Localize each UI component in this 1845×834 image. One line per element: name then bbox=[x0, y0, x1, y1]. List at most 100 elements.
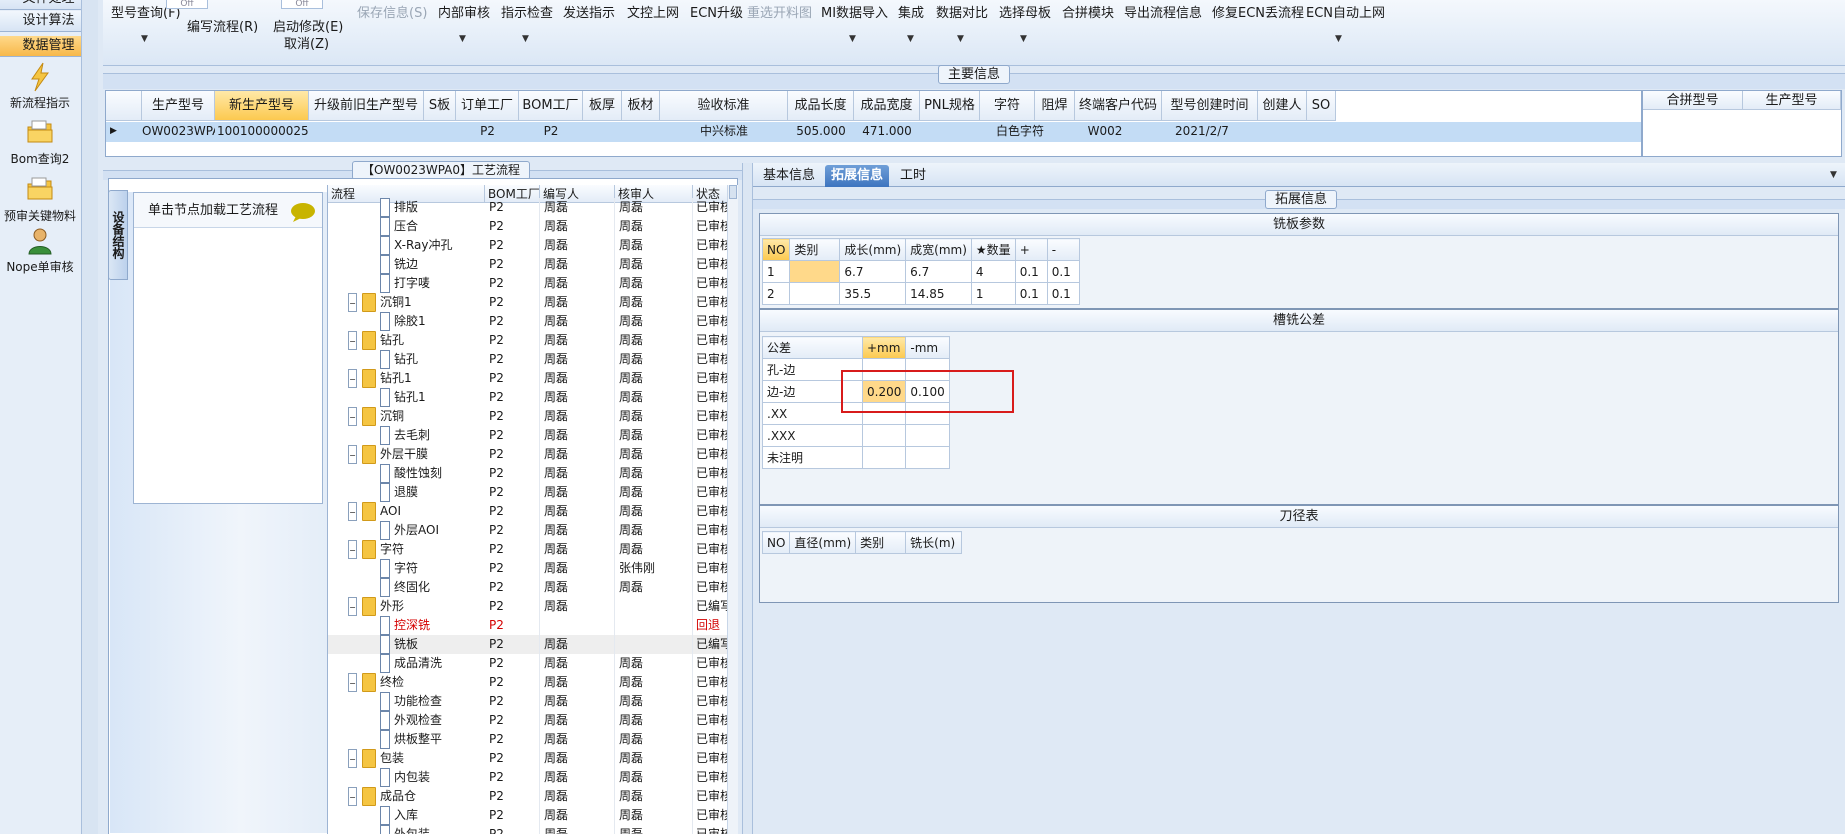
chevron-down-icon[interactable]: ▼ bbox=[1335, 34, 1342, 44]
internal-audit-button[interactable]: 内部审核 bbox=[438, 2, 490, 21]
column-header[interactable]: BOM工厂 bbox=[519, 91, 583, 121]
tree-row[interactable]: −字符P2周磊周磊已审核 bbox=[328, 540, 727, 559]
equipment-structure-tab[interactable]: 设备结构 bbox=[108, 190, 128, 280]
table-cell[interactable]: 35.5 bbox=[839, 282, 907, 305]
send-instruction-button[interactable]: 发送指示 bbox=[563, 2, 615, 21]
table-cell[interactable]: 0.1 bbox=[1014, 282, 1048, 305]
table-column-header[interactable]: 直径(mm) bbox=[789, 531, 857, 554]
tree-row[interactable]: 钻孔P2周磊周磊已审核 bbox=[328, 350, 727, 369]
table-column-header[interactable]: 成宽(mm) bbox=[905, 238, 972, 261]
table-cell[interactable]: 未注明 bbox=[762, 446, 863, 469]
column-header[interactable]: 新生产型号 bbox=[215, 91, 309, 121]
table-column-header[interactable]: 类别 bbox=[855, 531, 907, 554]
table-cell[interactable]: 6.7 bbox=[839, 260, 907, 283]
chevron-down-icon[interactable]: ▼ bbox=[522, 34, 529, 44]
table-row[interactable]: 2 35.5 14.85 1 0.1 0.1 bbox=[761, 282, 1080, 305]
table-row[interactable]: 1 6.7 6.7 4 0.1 0.1 bbox=[761, 260, 1080, 283]
chevron-down-icon[interactable]: ▼ bbox=[1020, 34, 1027, 44]
tree-row[interactable]: 烘板整平P2周磊周磊已审核 bbox=[328, 730, 727, 749]
nav-tool-bom-query[interactable]: Bom查询2 bbox=[0, 118, 80, 167]
column-header[interactable]: 验收标准 bbox=[660, 91, 788, 121]
tree-row[interactable]: −沉铜1P2周磊周磊已审核 bbox=[328, 293, 727, 312]
table-cell[interactable] bbox=[861, 424, 907, 447]
column-header[interactable]: 生产型号 bbox=[1743, 91, 1841, 110]
tree-row[interactable]: 除胶1P2周磊周磊已审核 bbox=[328, 312, 727, 331]
save-info-button[interactable]: 保存信息(S) bbox=[357, 2, 427, 21]
grid-cell[interactable]: P2 bbox=[519, 122, 583, 141]
table-cell[interactable]: 0.1 bbox=[1046, 260, 1080, 283]
tree-row[interactable]: X-Ray冲孔P2周磊周磊已审核 bbox=[328, 236, 727, 255]
tree-row[interactable]: 外包装P2周磊周磊已审核 bbox=[328, 825, 727, 834]
column-header[interactable]: S板 bbox=[424, 91, 456, 121]
table-cell[interactable]: 0.1 bbox=[1046, 282, 1080, 305]
chevron-down-icon[interactable]: ▼ bbox=[1830, 170, 1837, 180]
nav-splitter[interactable] bbox=[81, 0, 98, 834]
table-row[interactable]: .XXX bbox=[762, 424, 950, 447]
column-header[interactable]: 创建人 bbox=[1258, 91, 1307, 121]
chevron-down-icon[interactable]: ▼ bbox=[957, 34, 964, 44]
tree-row[interactable]: −包装P2周磊周磊已审核 bbox=[328, 749, 727, 768]
collapse-toggle-icon[interactable]: − bbox=[348, 597, 357, 616]
grid-cell[interactable]: 505.000 bbox=[788, 122, 854, 141]
column-header[interactable]: 合拼型号 bbox=[1643, 91, 1743, 110]
column-header[interactable]: 字符 bbox=[980, 91, 1035, 121]
table-column-header[interactable]: NO bbox=[761, 238, 791, 261]
tree-row[interactable]: 打字唛P2周磊周磊已审核 bbox=[328, 274, 727, 293]
tree-row[interactable]: −成品仓P2周磊周磊已审核 bbox=[328, 787, 727, 806]
cancel-button[interactable]: 取消(Z) bbox=[284, 33, 329, 52]
table-column-header[interactable]: -mm bbox=[905, 336, 950, 359]
tree-row[interactable]: 去毛刺P2周磊周磊已审核 bbox=[328, 426, 727, 445]
tree-scrollbar[interactable] bbox=[727, 185, 738, 834]
grid-cell[interactable]: P2 bbox=[456, 122, 519, 141]
collapse-toggle-icon[interactable]: − bbox=[348, 502, 357, 521]
tree-row[interactable]: 外层AOIP2周磊周磊已审核 bbox=[328, 521, 727, 540]
tree-row[interactable]: 字符 P2周磊张伟刚已审核 bbox=[328, 559, 727, 578]
reselect-cutting-drawing-button[interactable]: 重选开料图 bbox=[747, 2, 812, 21]
collapse-toggle-icon[interactable]: − bbox=[348, 293, 357, 312]
grid-cell[interactable]: W002 bbox=[1075, 122, 1135, 141]
tree-row[interactable]: 酸性蚀刻P2周磊周磊已审核 bbox=[328, 464, 727, 483]
tree-row[interactable]: −钻孔P2周磊周磊已审核 bbox=[328, 331, 727, 350]
table-column-header[interactable]: NO bbox=[761, 531, 791, 554]
grid-cell[interactable]: 2021/2/7 bbox=[1162, 122, 1242, 141]
column-header[interactable]: 生产型号 bbox=[142, 91, 215, 121]
integrate-button[interactable]: 集成 bbox=[898, 2, 924, 21]
table-column-header[interactable]: - bbox=[1046, 238, 1080, 261]
panel-splitter[interactable] bbox=[742, 163, 753, 834]
scroll-up-arrow[interactable] bbox=[729, 185, 737, 199]
table-row[interactable]: 未注明 bbox=[762, 446, 950, 469]
tree-row[interactable]: 铣板 P2周磊 已编写 bbox=[328, 635, 727, 654]
tree-row[interactable]: −沉铜P2周磊周磊已审核 bbox=[328, 407, 727, 426]
table-cell[interactable] bbox=[861, 446, 907, 469]
instruction-check-button[interactable]: 指示检查 bbox=[501, 2, 553, 21]
table-cell[interactable] bbox=[905, 424, 950, 447]
tab-work-hours[interactable]: 工时 bbox=[894, 165, 932, 187]
nav-tool-new-flow[interactable]: 新流程指示 bbox=[0, 62, 80, 111]
tree-row[interactable]: 入库P2周磊周磊已审核 bbox=[328, 806, 727, 825]
tab-extended-info[interactable]: 拓展信息 bbox=[825, 165, 890, 187]
table-column-header[interactable]: ★数量 bbox=[970, 238, 1016, 261]
table-cell[interactable]: .XXX bbox=[762, 424, 863, 447]
collapse-toggle-icon[interactable]: − bbox=[348, 749, 357, 768]
table-column-header[interactable]: +mm bbox=[861, 336, 907, 359]
column-header[interactable]: 板材 bbox=[622, 91, 660, 121]
table-column-header[interactable]: 铣长(m) bbox=[905, 531, 963, 554]
tree-row[interactable]: −钻孔1P2周磊周磊已审核 bbox=[328, 369, 727, 388]
tree-row[interactable]: 压合P2周磊周磊已审核 bbox=[328, 217, 727, 236]
tree-row[interactable]: 排版P2周磊周磊已审核 bbox=[328, 198, 727, 217]
table-column-header[interactable]: 公差 bbox=[762, 336, 863, 359]
column-header[interactable]: 型号创建时间 bbox=[1162, 91, 1258, 121]
collapse-toggle-icon[interactable]: − bbox=[348, 407, 357, 426]
table-cell[interactable]: 4 bbox=[970, 260, 1016, 283]
tree-row[interactable]: 内包装P2周磊周磊已审核 bbox=[328, 768, 727, 787]
doc-control-online-button[interactable]: 文控上网 bbox=[627, 2, 679, 21]
collapse-toggle-icon[interactable]: − bbox=[348, 787, 357, 806]
ecn-auto-online-button[interactable]: ECN自动上网 bbox=[1306, 2, 1385, 21]
tree-row[interactable]: 功能检查P2周磊周磊已审核 bbox=[328, 692, 727, 711]
table-cell[interactable]: 6.7 bbox=[905, 260, 972, 283]
table-cell[interactable]: 1 bbox=[970, 282, 1016, 305]
repair-ecn-flow-button[interactable]: 修复ECN丢流程 bbox=[1212, 2, 1304, 21]
column-header[interactable]: 成品宽度 bbox=[854, 91, 920, 121]
grid-cell[interactable]: 中兴标准 bbox=[660, 122, 788, 141]
column-header[interactable]: 阻焊 bbox=[1035, 91, 1075, 121]
